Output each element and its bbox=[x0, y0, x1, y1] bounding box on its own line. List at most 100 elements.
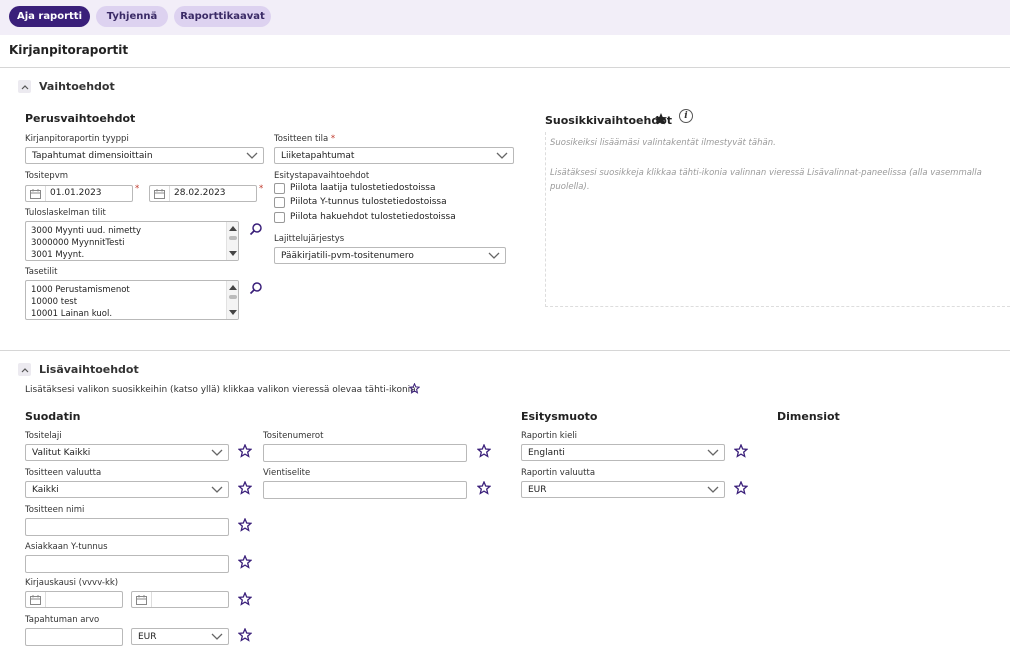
star-outline-icon[interactable] bbox=[238, 628, 252, 642]
voucher-date-label: Tositepvm bbox=[25, 171, 69, 181]
list-item[interactable]: 1000 Perustamismenot bbox=[26, 284, 238, 296]
date-from-value: 01.01.2023 bbox=[50, 188, 102, 198]
period-to-field[interactable] bbox=[131, 591, 229, 608]
favorites-help: Lisätäksesi suosikkeja klikkaa tähti-iko… bbox=[550, 168, 982, 192]
report-type-value: Tapahtumat dimensioittain bbox=[32, 150, 153, 161]
income-accounts-label: Tuloslaskelman tilit bbox=[25, 208, 106, 218]
star-outline-icon[interactable] bbox=[238, 518, 252, 532]
info-icon[interactable]: i bbox=[679, 109, 693, 123]
hide-business-id-checkbox[interactable] bbox=[274, 197, 285, 208]
chevron-down-icon bbox=[707, 486, 719, 493]
required-mark: * bbox=[135, 184, 140, 194]
calendar-icon[interactable] bbox=[132, 592, 152, 607]
report-language-label: Raportin kieli bbox=[521, 431, 578, 441]
hide-author-checkbox[interactable] bbox=[274, 183, 285, 194]
list-item[interactable]: 10000 test bbox=[26, 296, 238, 308]
sort-order-select[interactable]: Pääkirjatili-pvm-tositenumero bbox=[274, 247, 506, 264]
voucher-state-select[interactable]: Liiketapahtumat bbox=[274, 147, 514, 164]
chevron-down-icon bbox=[211, 486, 223, 493]
favorites-hint: Suosikeiksi lisäämäsi valintakentät ilme… bbox=[550, 138, 776, 148]
period-from-field[interactable] bbox=[25, 591, 123, 608]
basic-options-title: Perusvaihtoehdot bbox=[25, 112, 136, 125]
posting-period-label: Kirjauskausi (vvvv-kk) bbox=[25, 578, 119, 588]
star-outline-icon bbox=[409, 383, 420, 394]
star-outline-icon[interactable] bbox=[238, 444, 252, 458]
star-outline-icon[interactable] bbox=[238, 592, 252, 606]
star-outline-icon[interactable] bbox=[734, 444, 748, 458]
amount-currency-select[interactable]: EUR bbox=[131, 628, 229, 645]
calendar-icon[interactable] bbox=[26, 186, 46, 201]
voucher-currency-label: Tositteen valuutta bbox=[25, 468, 102, 478]
scrollbar[interactable] bbox=[226, 222, 238, 260]
chevron-down-icon bbox=[211, 633, 223, 640]
additional-description: Lisätäksesi valikon suosikkeihin (katso … bbox=[25, 385, 419, 395]
voucher-type-select[interactable]: Valitut Kaikki bbox=[25, 444, 229, 461]
voucher-numbers-label: Tositenumerot bbox=[263, 431, 324, 441]
report-currency-label: Raportin valuutta bbox=[521, 468, 596, 478]
voucher-type-value: Valitut Kaikki bbox=[32, 447, 91, 458]
run-report-button[interactable]: Aja raportti bbox=[9, 6, 90, 27]
report-language-select[interactable]: Englanti bbox=[521, 444, 725, 461]
presentation-title: Esitysmuoto bbox=[521, 410, 598, 423]
hide-search-criteria-checkbox[interactable] bbox=[274, 212, 285, 223]
favorites-panel bbox=[545, 132, 1010, 307]
voucher-numbers-input[interactable] bbox=[263, 444, 467, 462]
chevron-down-icon bbox=[246, 152, 258, 159]
transaction-amount-input[interactable] bbox=[25, 628, 123, 646]
presentation-options-label: Esitystapavaihtoehdot bbox=[274, 171, 370, 181]
income-accounts-list[interactable]: 3000 Myynti uud. nimetty 3000000 Myynnit… bbox=[25, 221, 239, 261]
options-section-title: Vaihtoehdot bbox=[39, 80, 115, 93]
report-type-select[interactable]: Tapahtumat dimensioittain bbox=[25, 147, 264, 164]
toolbar: Aja raportti Tyhjennä Raporttikaavat bbox=[0, 0, 1010, 35]
collapse-additional-toggle[interactable] bbox=[18, 363, 31, 376]
scrollbar[interactable] bbox=[226, 281, 238, 319]
favorites-title: Suosikkivaihtoehdot bbox=[545, 114, 673, 127]
transaction-amount-label: Tapahtuman arvo bbox=[25, 615, 100, 625]
chevron-down-icon bbox=[488, 252, 500, 259]
star-outline-icon[interactable] bbox=[477, 444, 491, 458]
voucher-state-label: Tositteen tila * bbox=[274, 134, 336, 144]
amount-currency-value: EUR bbox=[138, 631, 157, 642]
voucher-state-value: Liiketapahtumat bbox=[281, 150, 355, 161]
list-item[interactable]: 3000 Myynti uud. nimetty bbox=[26, 225, 238, 237]
balance-accounts-label: Tasetilit bbox=[25, 267, 58, 277]
sort-order-value: Pääkirjatili-pvm-tositenumero bbox=[281, 250, 414, 261]
list-item[interactable]: 10001 Lainan kuol. bbox=[26, 308, 238, 319]
star-outline-icon[interactable] bbox=[734, 481, 748, 495]
balance-accounts-list[interactable]: 1000 Perustamismenot 10000 test 10001 La… bbox=[25, 280, 239, 320]
star-outline-icon[interactable] bbox=[238, 555, 252, 569]
divider bbox=[0, 350, 1010, 351]
search-icon[interactable] bbox=[249, 222, 263, 236]
report-type-label: Kirjanpitoraportin tyyppi bbox=[25, 134, 129, 144]
hide-business-id-label: Piilota Y-tunnus tulostetiedostoissa bbox=[290, 197, 447, 207]
report-currency-select[interactable]: EUR bbox=[521, 481, 725, 498]
clear-button[interactable]: Tyhjennä bbox=[96, 6, 168, 27]
filter-title: Suodatin bbox=[25, 410, 81, 423]
voucher-name-label: Tositteen nimi bbox=[25, 505, 85, 515]
calendar-icon[interactable] bbox=[150, 186, 170, 201]
date-to-field[interactable]: 28.02.2023 bbox=[149, 185, 257, 202]
report-currency-value: EUR bbox=[528, 484, 547, 495]
entry-description-label: Vientiselite bbox=[263, 468, 311, 478]
star-filled-icon bbox=[655, 113, 667, 125]
voucher-currency-value: Kaikki bbox=[32, 484, 59, 495]
voucher-name-input[interactable] bbox=[25, 518, 229, 536]
star-outline-icon[interactable] bbox=[477, 481, 491, 495]
customer-business-id-input[interactable] bbox=[25, 555, 229, 573]
list-item[interactable]: 3000000 MyynnitTesti bbox=[26, 237, 238, 249]
voucher-currency-select[interactable]: Kaikki bbox=[25, 481, 229, 498]
chevron-down-icon bbox=[211, 449, 223, 456]
entry-description-input[interactable] bbox=[263, 481, 467, 499]
hide-author-label: Piilota laatija tulostetiedostoissa bbox=[290, 183, 436, 193]
customer-business-id-label: Asiakkaan Y-tunnus bbox=[25, 542, 108, 552]
list-item[interactable]: 3001 Myynt. bbox=[26, 249, 238, 260]
chevron-up-icon bbox=[21, 84, 28, 89]
search-icon[interactable] bbox=[249, 281, 263, 295]
star-outline-icon[interactable] bbox=[238, 481, 252, 495]
calendar-icon[interactable] bbox=[26, 592, 46, 607]
page-title: Kirjanpitoraportit bbox=[9, 43, 129, 57]
collapse-options-toggle[interactable] bbox=[18, 80, 31, 93]
date-from-field[interactable]: 01.01.2023 bbox=[25, 185, 133, 202]
report-templates-button[interactable]: Raporttikaavat bbox=[174, 6, 271, 27]
date-to-value: 28.02.2023 bbox=[174, 188, 226, 198]
